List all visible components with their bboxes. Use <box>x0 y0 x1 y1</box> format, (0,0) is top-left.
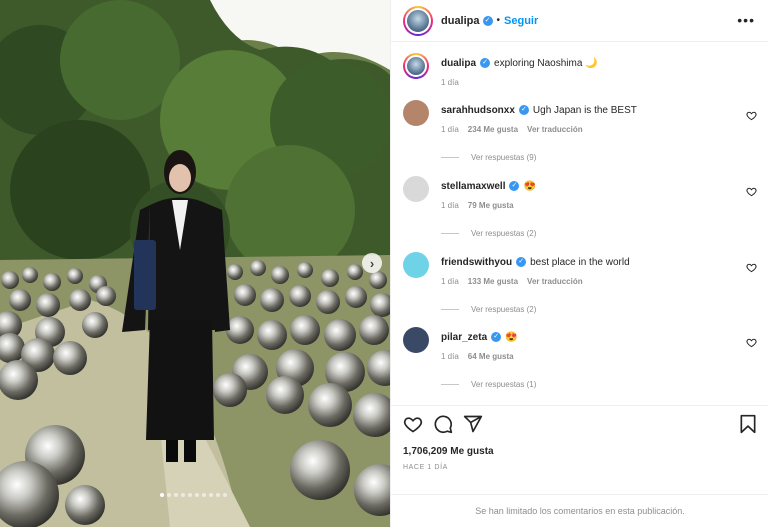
avatar[interactable] <box>403 53 429 79</box>
comment-likes[interactable]: 79 Me gusta <box>468 201 514 210</box>
comment-time: 1 día <box>441 352 459 361</box>
view-replies-button[interactable]: Ver respuestas (1) <box>441 380 741 389</box>
verified-icon: ✓ <box>516 257 527 268</box>
caption-username[interactable]: dualipa <box>441 58 476 69</box>
separator-dot: • <box>496 15 501 26</box>
bookmark-icon[interactable] <box>739 414 757 434</box>
comment-text: Ugh Japan is the BEST <box>532 105 637 116</box>
post-media[interactable]: › <box>0 0 390 527</box>
avatar[interactable] <box>403 5 433 36</box>
comment-username[interactable]: sarahhudsonxx <box>441 105 515 116</box>
verified-icon: ✓ <box>509 181 520 192</box>
share-icon[interactable] <box>463 414 483 434</box>
translate-link[interactable]: Ver traducción <box>527 277 583 286</box>
carousel-dot <box>160 493 164 497</box>
comment-icon[interactable] <box>433 414 453 434</box>
carousel-dot <box>202 493 206 497</box>
view-replies-label: Ver respuestas (1) <box>471 380 537 389</box>
heart-icon[interactable] <box>403 414 423 434</box>
carousel-indicator <box>160 493 227 497</box>
view-replies-button[interactable]: Ver respuestas (2) <box>441 305 741 314</box>
verified-icon: ✓ <box>480 58 491 69</box>
instagram-post: › dualipa ✓ • Seguir ••• dualipa ✓ explori… <box>0 0 768 527</box>
carousel-dot <box>209 493 213 497</box>
heart-icon[interactable] <box>746 110 757 121</box>
replies-divider <box>441 384 459 385</box>
view-replies-button[interactable]: Ver respuestas (2) <box>441 229 741 238</box>
carousel-dot <box>181 493 185 497</box>
view-replies-label: Ver respuestas (9) <box>471 153 537 162</box>
heart-icon[interactable] <box>746 337 757 348</box>
comment-text: 😍 <box>523 181 536 192</box>
verified-icon: ✓ <box>482 15 493 26</box>
replies-divider <box>441 309 459 310</box>
caption-text: exploring Naoshima 🌙 <box>494 58 598 69</box>
more-options-icon[interactable]: ••• <box>737 12 755 28</box>
photo-scene <box>0 0 390 527</box>
follow-button[interactable]: Seguir <box>504 15 538 27</box>
author-username[interactable]: dualipa <box>441 15 480 27</box>
comment-text: 😍 <box>505 332 518 343</box>
avatar[interactable] <box>403 252 429 278</box>
comment-time: 1 día <box>441 201 459 210</box>
post-actions: 1,706,209 Me gusta HACE 1 DÍA <box>391 405 768 495</box>
carousel-dot <box>216 493 220 497</box>
comment-username[interactable]: stellamaxwell <box>441 181 505 192</box>
replies-divider <box>441 233 459 234</box>
view-replies-button[interactable]: Ver respuestas (9) <box>441 153 741 162</box>
translate-link[interactable]: Ver traducción <box>527 125 583 134</box>
carousel-dot <box>174 493 178 497</box>
avatar[interactable] <box>403 100 429 126</box>
view-replies-label: Ver respuestas (2) <box>471 229 537 238</box>
caption-time: 1 día <box>441 78 459 87</box>
avatar[interactable] <box>403 176 429 202</box>
carousel-dot <box>188 493 192 497</box>
verified-icon: ✓ <box>518 105 529 116</box>
comment-username[interactable]: pilar_zeta <box>441 332 487 343</box>
comments-list[interactable]: dualipa ✓ exploring Naoshima 🌙 1 día sarah… <box>391 43 768 405</box>
heart-icon[interactable] <box>746 262 757 273</box>
comment-text: best place in the world <box>530 257 630 268</box>
avatar[interactable] <box>403 327 429 353</box>
comment-time: 1 día <box>441 125 459 134</box>
comment-likes[interactable]: 64 Me gusta <box>468 352 514 361</box>
comments-limited-notice: Se han limitado los comentarios en esta … <box>391 494 768 527</box>
chevron-right-icon: › <box>369 255 375 271</box>
comment-username[interactable]: friendswithyou <box>441 257 512 268</box>
likes-count[interactable]: 1,706,209 Me gusta <box>403 446 494 457</box>
post-timestamp: HACE 1 DÍA <box>403 464 448 471</box>
comment-likes[interactable]: 133 Me gusta <box>468 277 518 286</box>
carousel-dot <box>195 493 199 497</box>
carousel-dot <box>223 493 227 497</box>
comment-time: 1 día <box>441 277 459 286</box>
verified-icon: ✓ <box>491 332 502 343</box>
view-replies-label: Ver respuestas (2) <box>471 305 537 314</box>
heart-icon[interactable] <box>746 186 757 197</box>
carousel-dot <box>167 493 171 497</box>
comment-likes[interactable]: 234 Me gusta <box>468 125 518 134</box>
replies-divider <box>441 157 459 158</box>
carousel-next-button[interactable]: › <box>362 253 382 273</box>
post-sidebar: dualipa ✓ • Seguir ••• dualipa ✓ exploring… <box>390 0 768 527</box>
post-header: dualipa ✓ • Seguir ••• <box>391 0 768 42</box>
